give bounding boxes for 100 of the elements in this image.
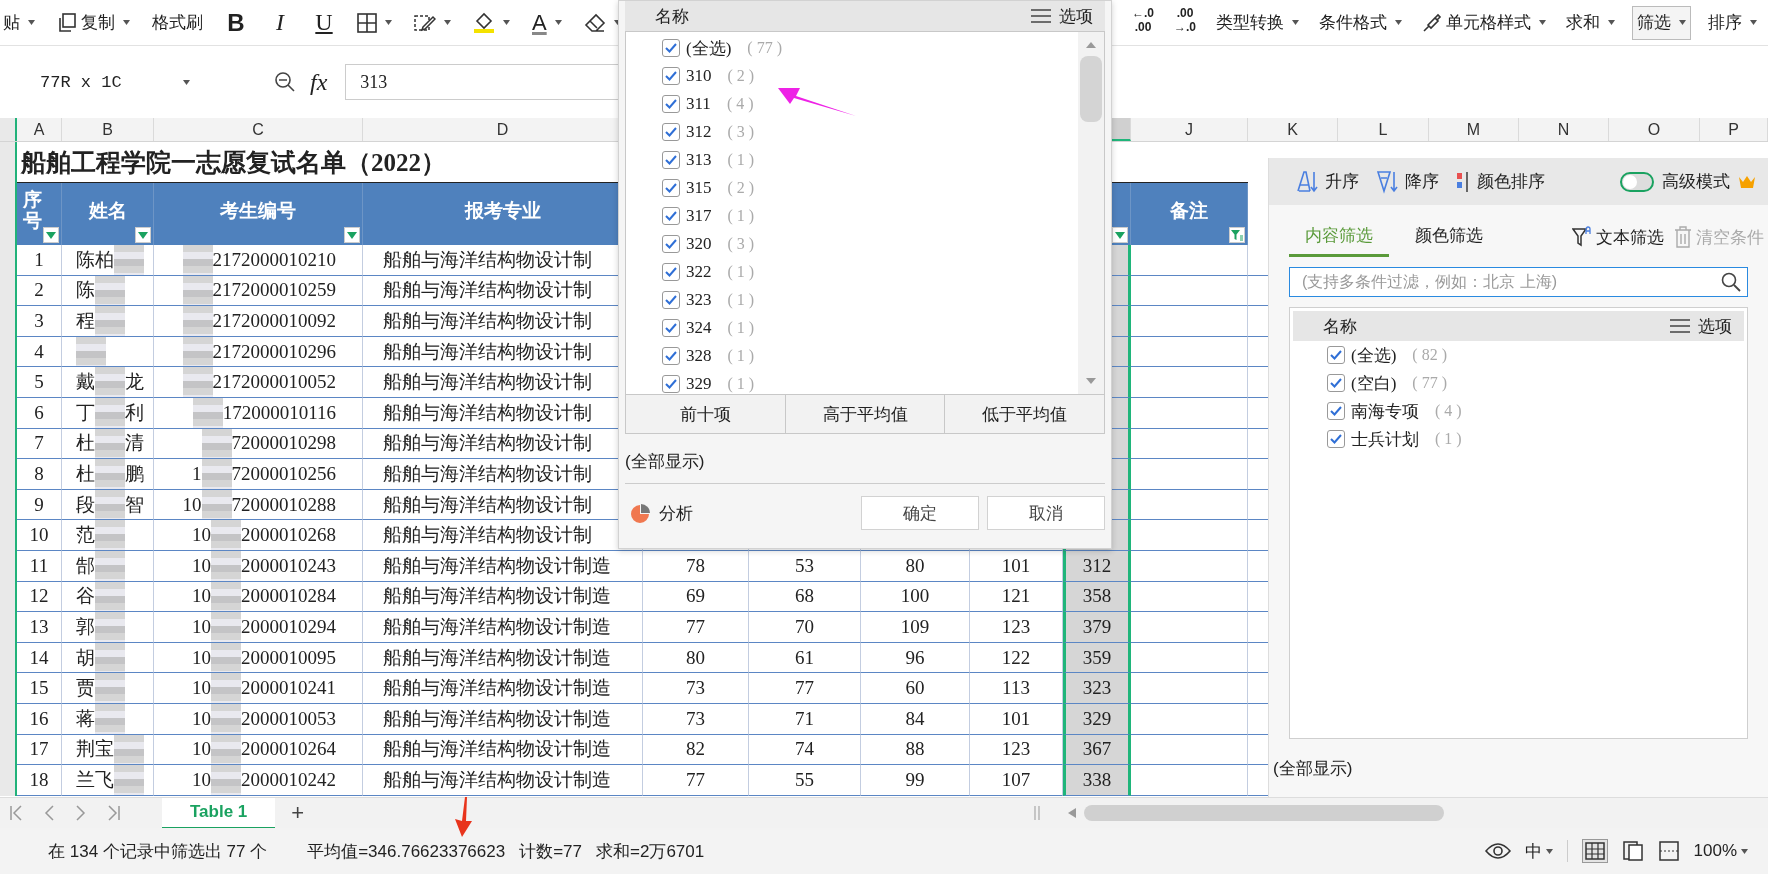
- filter-option[interactable]: 317: [686, 206, 712, 226]
- checkbox[interactable]: [1327, 346, 1345, 364]
- format-button[interactable]: B: [222, 5, 250, 40]
- decimal-button[interactable]: ←.0 .00: [1128, 5, 1157, 40]
- scroll-thumb[interactable]: [1084, 805, 1444, 821]
- checkbox[interactable]: [662, 95, 680, 113]
- filter-option[interactable]: 南海专项: [1351, 399, 1419, 423]
- filter-button[interactable]: [344, 227, 360, 243]
- checkbox[interactable]: [1327, 430, 1345, 448]
- toolbar-button[interactable]: 类型转换: [1213, 5, 1302, 40]
- first-sheet-icon[interactable]: [10, 805, 22, 821]
- column-header[interactable]: K: [1248, 118, 1338, 141]
- format-button[interactable]: I: [266, 5, 294, 40]
- column-header[interactable]: C: [154, 118, 363, 141]
- toolbar-button[interactable]: 条件格式: [1316, 5, 1405, 40]
- toolbar-button[interactable]: 筛选: [1632, 5, 1691, 40]
- toggle-switch[interactable]: [1620, 171, 1654, 192]
- options-button[interactable]: 选项: [1670, 314, 1732, 338]
- filter-button[interactable]: [1229, 227, 1245, 243]
- filter-option[interactable]: 310: [686, 66, 712, 86]
- checkbox[interactable]: [662, 263, 680, 281]
- chevron-left-icon[interactable]: [44, 805, 54, 821]
- filter-option[interactable]: 329: [686, 374, 712, 394]
- checkbox[interactable]: [662, 235, 680, 253]
- input-method-button[interactable]: 中: [1524, 839, 1553, 863]
- filter-tab[interactable]: 颜色筛选: [1399, 217, 1499, 257]
- filter-option[interactable]: 311: [686, 94, 711, 114]
- format-button[interactable]: U: [310, 5, 338, 40]
- column-header[interactable]: L: [1338, 118, 1429, 141]
- sort-button[interactable]: 颜色排序: [1457, 169, 1545, 194]
- chevron-right-icon[interactable]: [76, 805, 86, 821]
- row-header[interactable]: [0, 142, 17, 183]
- scroll-down-icon[interactable]: [1086, 378, 1096, 384]
- scrollbar[interactable]: [1078, 32, 1104, 394]
- checkbox[interactable]: [662, 375, 680, 393]
- checkbox[interactable]: [662, 319, 680, 337]
- ok-button[interactable]: 确定: [861, 496, 979, 530]
- filter-button[interactable]: [135, 227, 151, 243]
- toolbar-button[interactable]: 格式刷: [149, 5, 206, 40]
- zoom-out-icon[interactable]: [274, 71, 296, 93]
- filter-option[interactable]: (全选): [1351, 343, 1397, 367]
- search-field[interactable]: (支持多条件过滤，例如：北京 上海): [1289, 267, 1748, 297]
- toolbar-button[interactable]: 排序: [1705, 5, 1760, 40]
- decimal-button[interactable]: .00 →.0: [1171, 5, 1199, 40]
- checkbox[interactable]: [662, 151, 680, 169]
- checkbox[interactable]: [662, 291, 680, 309]
- column-header[interactable]: J: [1131, 118, 1248, 141]
- function-label[interactable]: fx: [310, 68, 328, 96]
- scroll-thumb[interactable]: [1080, 56, 1102, 122]
- filter-option[interactable]: 士兵计划: [1351, 427, 1419, 451]
- checkbox[interactable]: [662, 39, 680, 57]
- column-header[interactable]: N: [1519, 118, 1609, 141]
- checkbox[interactable]: [1327, 374, 1345, 392]
- checkbox[interactable]: [1327, 402, 1345, 420]
- cell-style-button[interactable]: 单元格样式: [1419, 5, 1549, 40]
- page-view-icon[interactable]: [1621, 840, 1644, 862]
- cancel-button[interactable]: 取消: [987, 496, 1105, 530]
- redaction-blur: [211, 581, 241, 612]
- grid-view-icon[interactable]: [1581, 839, 1608, 863]
- checkbox[interactable]: [662, 207, 680, 225]
- filter-option[interactable]: 312: [686, 122, 712, 142]
- table-cell: 74: [749, 734, 861, 766]
- options-button[interactable]: 选项: [1031, 4, 1093, 28]
- row-header[interactable]: [0, 765, 17, 796]
- checkbox[interactable]: [662, 123, 680, 141]
- add-sheet-button[interactable]: +: [291, 800, 305, 826]
- filter-option[interactable]: (空白): [1351, 371, 1397, 395]
- scroll-left-icon[interactable]: [1068, 808, 1076, 818]
- column-header[interactable]: P: [1700, 118, 1768, 141]
- column-header[interactable]: A: [17, 118, 62, 141]
- column-header[interactable]: M: [1429, 118, 1519, 141]
- filter-option[interactable]: 323: [686, 290, 712, 310]
- filter-option[interactable]: 313: [686, 150, 712, 170]
- filter-button[interactable]: [43, 227, 59, 243]
- sort-button[interactable]: 降序: [1377, 169, 1439, 194]
- name-box[interactable]: 77R x 1C: [0, 65, 198, 99]
- checkbox[interactable]: [662, 67, 680, 85]
- font-color-button[interactable]: A: [529, 5, 565, 40]
- text-filter-button[interactable]: 文本筛选: [1572, 225, 1664, 249]
- filter-option[interactable]: (全选): [686, 36, 732, 60]
- filter-option[interactable]: 320: [686, 234, 712, 254]
- corner-cell[interactable]: [0, 118, 17, 141]
- copy-button[interactable]: 复制: [54, 5, 133, 40]
- checkbox[interactable]: [662, 179, 680, 197]
- search-icon[interactable]: [1721, 272, 1741, 292]
- filter-button[interactable]: [1112, 227, 1128, 243]
- toolbar-button[interactable]: 贴: [0, 5, 38, 40]
- filter-option[interactable]: 322: [686, 262, 712, 282]
- last-sheet-icon[interactable]: [108, 805, 120, 821]
- scroll-up-icon[interactable]: [1086, 42, 1096, 48]
- column-header[interactable]: B: [62, 118, 154, 141]
- page-break-icon[interactable]: [1657, 840, 1680, 862]
- checkbox[interactable]: [662, 347, 680, 365]
- sort-button[interactable]: 升序: [1297, 169, 1359, 194]
- toolbar-button[interactable]: 求和: [1563, 5, 1618, 40]
- filter-option[interactable]: 324: [686, 318, 712, 338]
- filter-option[interactable]: 328: [686, 346, 712, 366]
- zoom-level-button[interactable]: 100%: [1693, 841, 1748, 861]
- column-header[interactable]: O: [1609, 118, 1700, 141]
- eye-icon[interactable]: [1484, 842, 1511, 860]
